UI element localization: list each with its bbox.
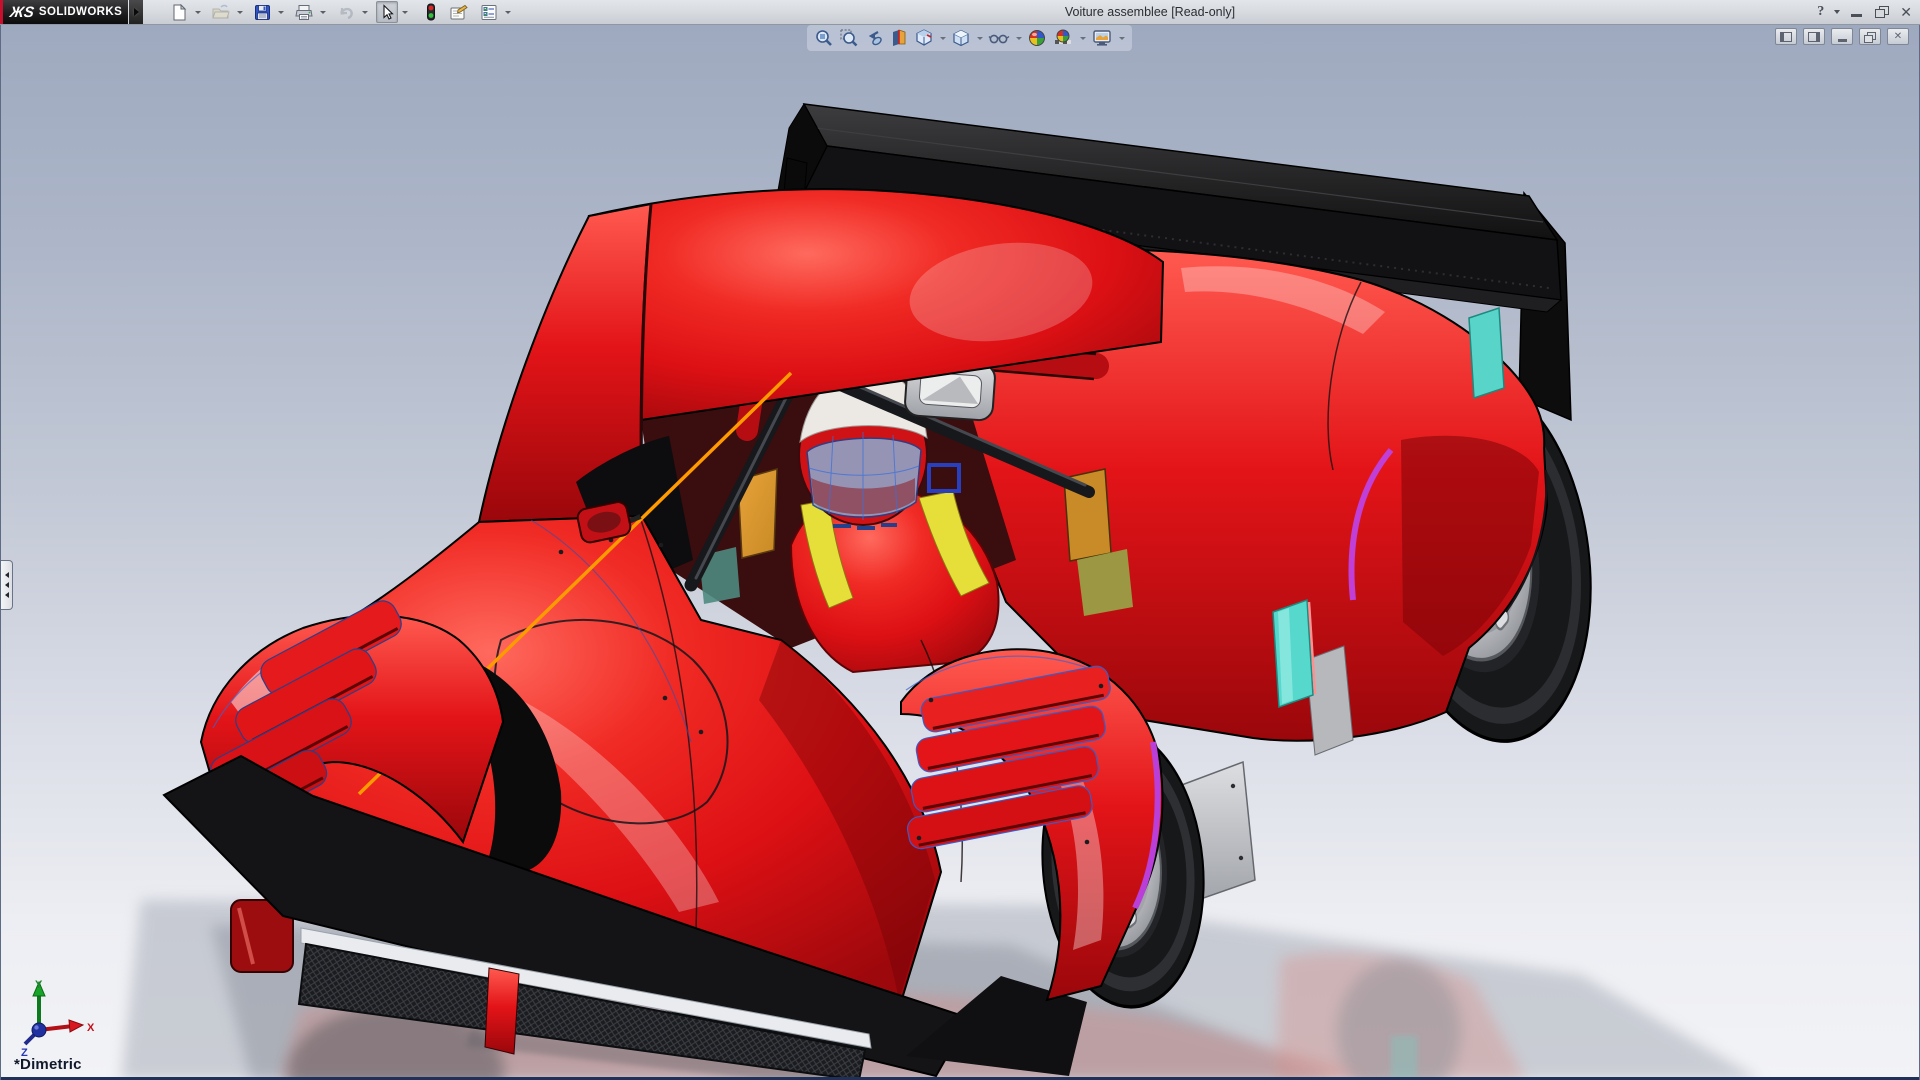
expand-left-arrow-icon	[5, 582, 9, 588]
help-dropdown[interactable]	[1834, 10, 1840, 14]
display-style-dropdown[interactable]	[975, 27, 984, 49]
section-view-button[interactable]	[888, 26, 910, 50]
save-floppy-icon	[254, 4, 271, 21]
rear-teal-window	[1469, 308, 1504, 398]
save-button[interactable]	[251, 1, 274, 23]
hide-show-items-button[interactable]	[987, 26, 1011, 50]
view-orientation-icon	[914, 28, 934, 48]
undo-dropdown[interactable]	[360, 2, 370, 22]
new-document-button[interactable]	[168, 1, 191, 23]
rebuild-traffic-light-button[interactable]	[422, 1, 440, 23]
main-toolbar	[168, 0, 517, 24]
view-settings-button[interactable]	[1090, 26, 1114, 50]
select-dropdown[interactable]	[400, 2, 410, 22]
checklist-icon	[480, 4, 498, 21]
title-bar: ЖS SOLIDWORKS	[0, 0, 1920, 25]
print-button[interactable]	[292, 1, 316, 23]
solidworks-3s-icon: ЖS	[9, 4, 35, 21]
select-cursor-icon	[379, 4, 395, 21]
feature-manager-collapsed-tab[interactable]	[1, 560, 13, 610]
edit-appearance-button[interactable]	[1026, 26, 1048, 50]
race-car-model[interactable]	[1, 24, 1920, 1080]
undo-button[interactable]	[334, 1, 358, 23]
view-settings-dropdown[interactable]	[1117, 27, 1126, 49]
pane-right-icon	[1808, 32, 1820, 42]
reference-triad: Y X Z	[15, 976, 105, 1060]
undo-arrow-icon	[337, 4, 355, 21]
print-icon	[295, 4, 313, 21]
design-checker-button[interactable]	[477, 1, 501, 23]
new-document-icon	[171, 4, 188, 21]
solidworks-logo: ЖS SOLIDWORKS	[0, 0, 128, 24]
doc-restore-button[interactable]	[1859, 28, 1881, 45]
app-window-controls: ? ✕	[1817, 0, 1912, 24]
open-folder-icon	[212, 4, 230, 21]
open-document-button[interactable]	[209, 1, 233, 23]
view-orientation-button[interactable]	[913, 26, 935, 50]
open-document-dropdown[interactable]	[235, 2, 245, 22]
doc-minimize-button[interactable]	[1831, 28, 1853, 45]
close-button[interactable]: ✕	[1900, 6, 1912, 18]
traffic-light-icon	[425, 3, 437, 21]
expand-left-arrow-icon	[5, 572, 9, 578]
view-orientation-label: *Dimetric	[14, 1056, 82, 1073]
zoom-to-fit-button[interactable]	[813, 26, 835, 50]
zoom-to-fit-icon	[814, 28, 834, 48]
help-button[interactable]: ?	[1817, 4, 1824, 20]
hide-show-items-dropdown[interactable]	[1014, 27, 1023, 49]
apply-scene-icon	[1052, 28, 1074, 48]
pane-right-button[interactable]	[1803, 28, 1825, 45]
minimize-button[interactable]	[1850, 6, 1865, 18]
pane-left-button[interactable]	[1775, 28, 1797, 45]
edit-annotations-button[interactable]	[446, 1, 471, 23]
solidworks-window: { "window": { "brand": "SOLIDWORKS", "ti…	[0, 0, 1920, 1080]
brand-name: SOLIDWORKS	[39, 6, 122, 18]
headsup-view-toolbar	[807, 25, 1132, 51]
apply-scene-dropdown[interactable]	[1078, 27, 1087, 49]
previous-view-button[interactable]	[863, 26, 885, 50]
apply-scene-button[interactable]	[1051, 26, 1075, 50]
new-document-dropdown[interactable]	[193, 2, 203, 22]
grille-pillar	[485, 968, 519, 1054]
display-style-button[interactable]	[950, 26, 972, 50]
document-title: Voiture assemblee [Read-only]	[1065, 0, 1235, 24]
section-view-icon	[889, 28, 909, 48]
triad-x-label: X	[87, 1022, 95, 1034]
document-window-controls: ✕	[1775, 28, 1909, 45]
previous-view-icon	[864, 28, 884, 48]
zoom-to-area-button[interactable]	[838, 26, 860, 50]
graphics-viewport[interactable]: ✕ Y X Z *Dimetric	[0, 24, 1920, 1080]
flyout-arrow-icon	[134, 8, 139, 16]
doc-close-button[interactable]: ✕	[1887, 28, 1909, 45]
logo-red-stripe	[0, 0, 3, 24]
select-button[interactable]	[376, 1, 398, 23]
expand-left-arrow-icon	[5, 592, 9, 598]
restore-button[interactable]	[1875, 6, 1890, 18]
menu-flyout-expand[interactable]	[129, 0, 143, 24]
design-checker-dropdown[interactable]	[503, 2, 513, 22]
zoom-to-area-icon	[839, 28, 859, 48]
print-dropdown[interactable]	[318, 2, 328, 22]
view-orientation-dropdown[interactable]	[938, 27, 947, 49]
triad-y-label: Y	[35, 979, 43, 991]
appearance-sphere-icon	[1027, 28, 1047, 48]
notepad-pencil-icon	[449, 4, 468, 21]
view-settings-icon	[1091, 28, 1113, 48]
display-style-icon	[951, 28, 971, 48]
eyeglasses-icon	[988, 28, 1010, 48]
pane-left-icon	[1780, 32, 1792, 42]
save-dropdown[interactable]	[276, 2, 286, 22]
